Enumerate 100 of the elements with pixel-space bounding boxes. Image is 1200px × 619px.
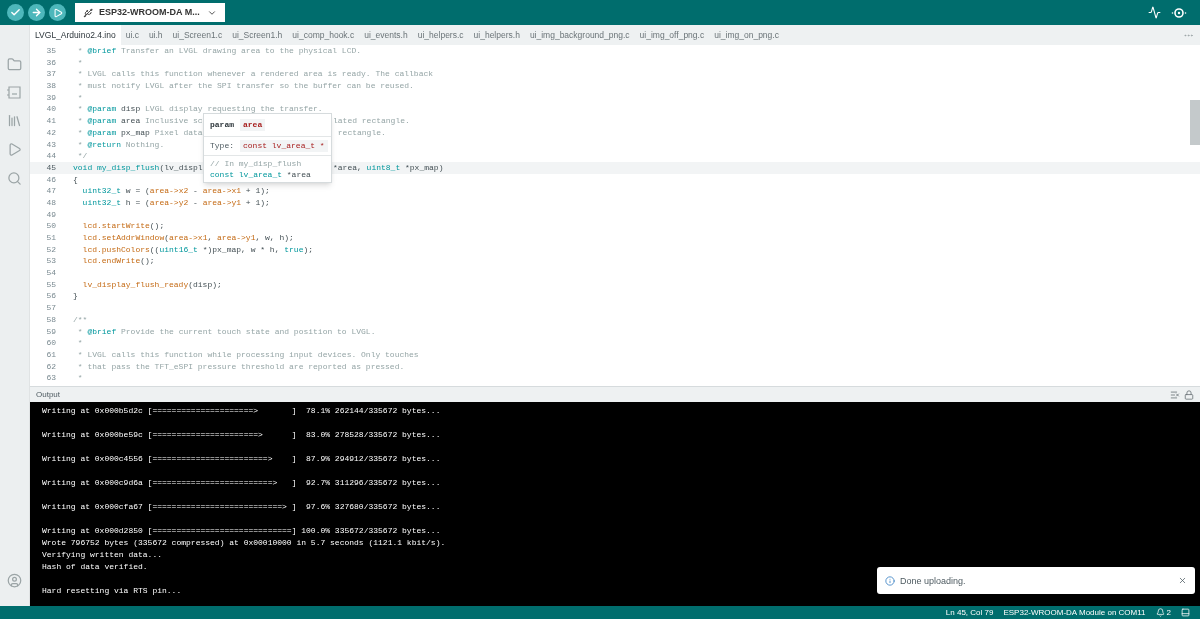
scrollbar-thumb[interactable] [1190, 100, 1200, 145]
popup-name: area [240, 119, 266, 131]
code-line: lcd.pushColors((uint16_t *)px_map, w * h, true); [81, 244, 314, 254]
line-number: 35 [45, 45, 56, 57]
output-line: Writing at 0x000c4556 [========================> ] 87.9% 294912/335672 bytes... [42, 453, 441, 465]
file-tab[interactable]: ui_comp_hook.c [287, 25, 360, 45]
popup-signature: const lv_area_t *area [210, 169, 312, 180]
code-line: lv_display_flush_ready(disp); [81, 279, 222, 289]
code-line: { [73, 174, 78, 184]
usb-icon [83, 7, 93, 18]
upload-button[interactable] [28, 4, 45, 21]
toast-message: Done uploading. [900, 574, 966, 587]
debug-button[interactable] [49, 4, 66, 21]
board-selector[interactable]: ESP32-WROOM-DA M... [75, 3, 225, 22]
code-line: * [76, 338, 83, 348]
search-icon[interactable] [7, 171, 22, 186]
debug-icon[interactable] [7, 142, 22, 157]
folder-icon[interactable] [7, 57, 22, 72]
file-tab[interactable]: LVGL_Arduino2.4.ino [30, 25, 121, 45]
code-line: *area, uint8_t *px_map) [333, 161, 444, 174]
code-line: * must notify LVGL after the SPI transfer so the buffer can be reused. [76, 81, 414, 91]
type-label: Type: [210, 140, 234, 152]
board-status[interactable]: ESP32-WROOM-DA Module on COM11 [1003, 606, 1146, 619]
code-line: lated rectangle. [333, 115, 410, 127]
line-number: 43 [45, 138, 56, 151]
output-line: Writing at 0x000b5d2c [=====================> ] 78.1% 262144/335672 bytes... [42, 405, 441, 417]
code-line: * that pass the TFT_eSPI pressure threshold are reported as pressed. [76, 361, 405, 371]
file-tab[interactable]: ui_Screen1.c [167, 25, 228, 45]
line-number: 49 [45, 208, 56, 221]
line-number: 58 [45, 313, 56, 326]
file-tab[interactable]: ui_img_background_png.c [524, 25, 635, 45]
line-number: 44 [45, 150, 56, 162]
line-number: 36 [45, 56, 56, 69]
cursor-position[interactable]: Ln 45, Col 79 [945, 606, 994, 619]
code-line: * [76, 92, 83, 102]
popup-comment: // In my_disp_flush [210, 158, 303, 169]
code-line: * @return Nothing. [76, 139, 165, 149]
notification-icon[interactable] [1155, 608, 1165, 617]
line-number: 63 [45, 372, 56, 384]
line-number: 37 [45, 68, 56, 81]
monitor-icon[interactable] [1171, 6, 1187, 19]
clear-icon[interactable] [1170, 389, 1180, 400]
panel-icon[interactable] [1181, 608, 1190, 617]
file-tab[interactable]: ui_img_off_png.c [634, 25, 710, 45]
library-icon[interactable] [7, 113, 22, 128]
code-line: * LVGL calls this function while processing input devices. Only touches [76, 349, 419, 359]
popup-kind: param [210, 119, 234, 131]
type-value: const lv_area_t * [240, 140, 328, 152]
file-tab[interactable]: ui_img_on_png.c [709, 25, 784, 45]
code-line: * @param area Inclusive sc [76, 116, 203, 126]
code-line: * @param disp LVGL display requesting the transfer. [76, 104, 323, 114]
lock-icon[interactable] [1184, 389, 1194, 400]
code-line: * @brief Transfer an LVGL drawing area to the physical LCD. [76, 46, 362, 55]
line-number: 53 [45, 255, 56, 268]
file-tab[interactable]: ui.c [120, 25, 144, 45]
code-line: lcd.startWrite(); [81, 221, 165, 231]
line-number: 59 [45, 325, 56, 338]
line-number: 51 [45, 232, 56, 244]
line-number: 50 [45, 220, 56, 232]
code-line: /** [73, 314, 88, 324]
close-icon[interactable] [1178, 576, 1187, 585]
line-number: 52 [45, 243, 56, 256]
output-line: Writing at 0x000d2850 [=============================] 100.0% 335672/335672 bytes... [42, 525, 441, 537]
line-number: 41 [45, 115, 56, 127]
file-tab[interactable]: ui.h [143, 25, 168, 45]
profile-icon[interactable] [7, 573, 22, 588]
file-tab[interactable]: ui_helpers.h [468, 25, 525, 45]
line-number: 45 [45, 161, 56, 174]
verify-button[interactable] [7, 4, 24, 21]
line-number: 40 [45, 103, 56, 116]
line-number: 47 [45, 185, 56, 197]
code-line: rectangle. [336, 126, 386, 139]
output-line: Hash of data verified. [42, 561, 148, 573]
line-number: 55 [45, 278, 56, 291]
line-number: 60 [45, 337, 56, 349]
line-number: 38 [45, 80, 56, 92]
output-line: Hard resetting via RTS pin... [42, 585, 182, 597]
file-tab[interactable]: ui_events.h [359, 25, 413, 45]
code-line: * @brief Provide the current touch state and position to LVGL. [76, 326, 376, 336]
output-line: Writing at 0x000c9d6a [=========================> ] 92.7% 311296/335672 bytes... [42, 477, 441, 489]
code-line: * @param px_map Pixel data [76, 127, 203, 137]
line-number: 61 [45, 348, 56, 361]
code-line: */ [76, 151, 88, 161]
line-number: 54 [45, 267, 56, 279]
output-line: Verifying written data... [42, 549, 163, 561]
plotter-icon[interactable] [1148, 6, 1161, 19]
code-line: uint32_t h = (area->y2 - area->y1 + 1); [81, 197, 270, 207]
info-icon [885, 575, 895, 586]
line-number: 48 [45, 196, 56, 209]
code-line: * [76, 57, 83, 67]
play-icon [52, 7, 63, 18]
arrow-icon [31, 7, 42, 18]
board-icon[interactable] [7, 86, 22, 99]
file-tab[interactable]: ui_Screen1.h [227, 25, 288, 45]
file-tab[interactable]: ui_helpers.c [412, 25, 469, 45]
code-line: void my_disp_flush(lv_displ [73, 162, 203, 172]
line-number: 62 [45, 360, 56, 373]
code-line: lcd.endWrite(); [81, 256, 155, 266]
line-number: 42 [45, 126, 56, 139]
output-line: Wrote 796752 bytes (335672 compressed) at 0x00010000 in 5.7 seconds (1121.1 kbit/s). [42, 537, 446, 549]
